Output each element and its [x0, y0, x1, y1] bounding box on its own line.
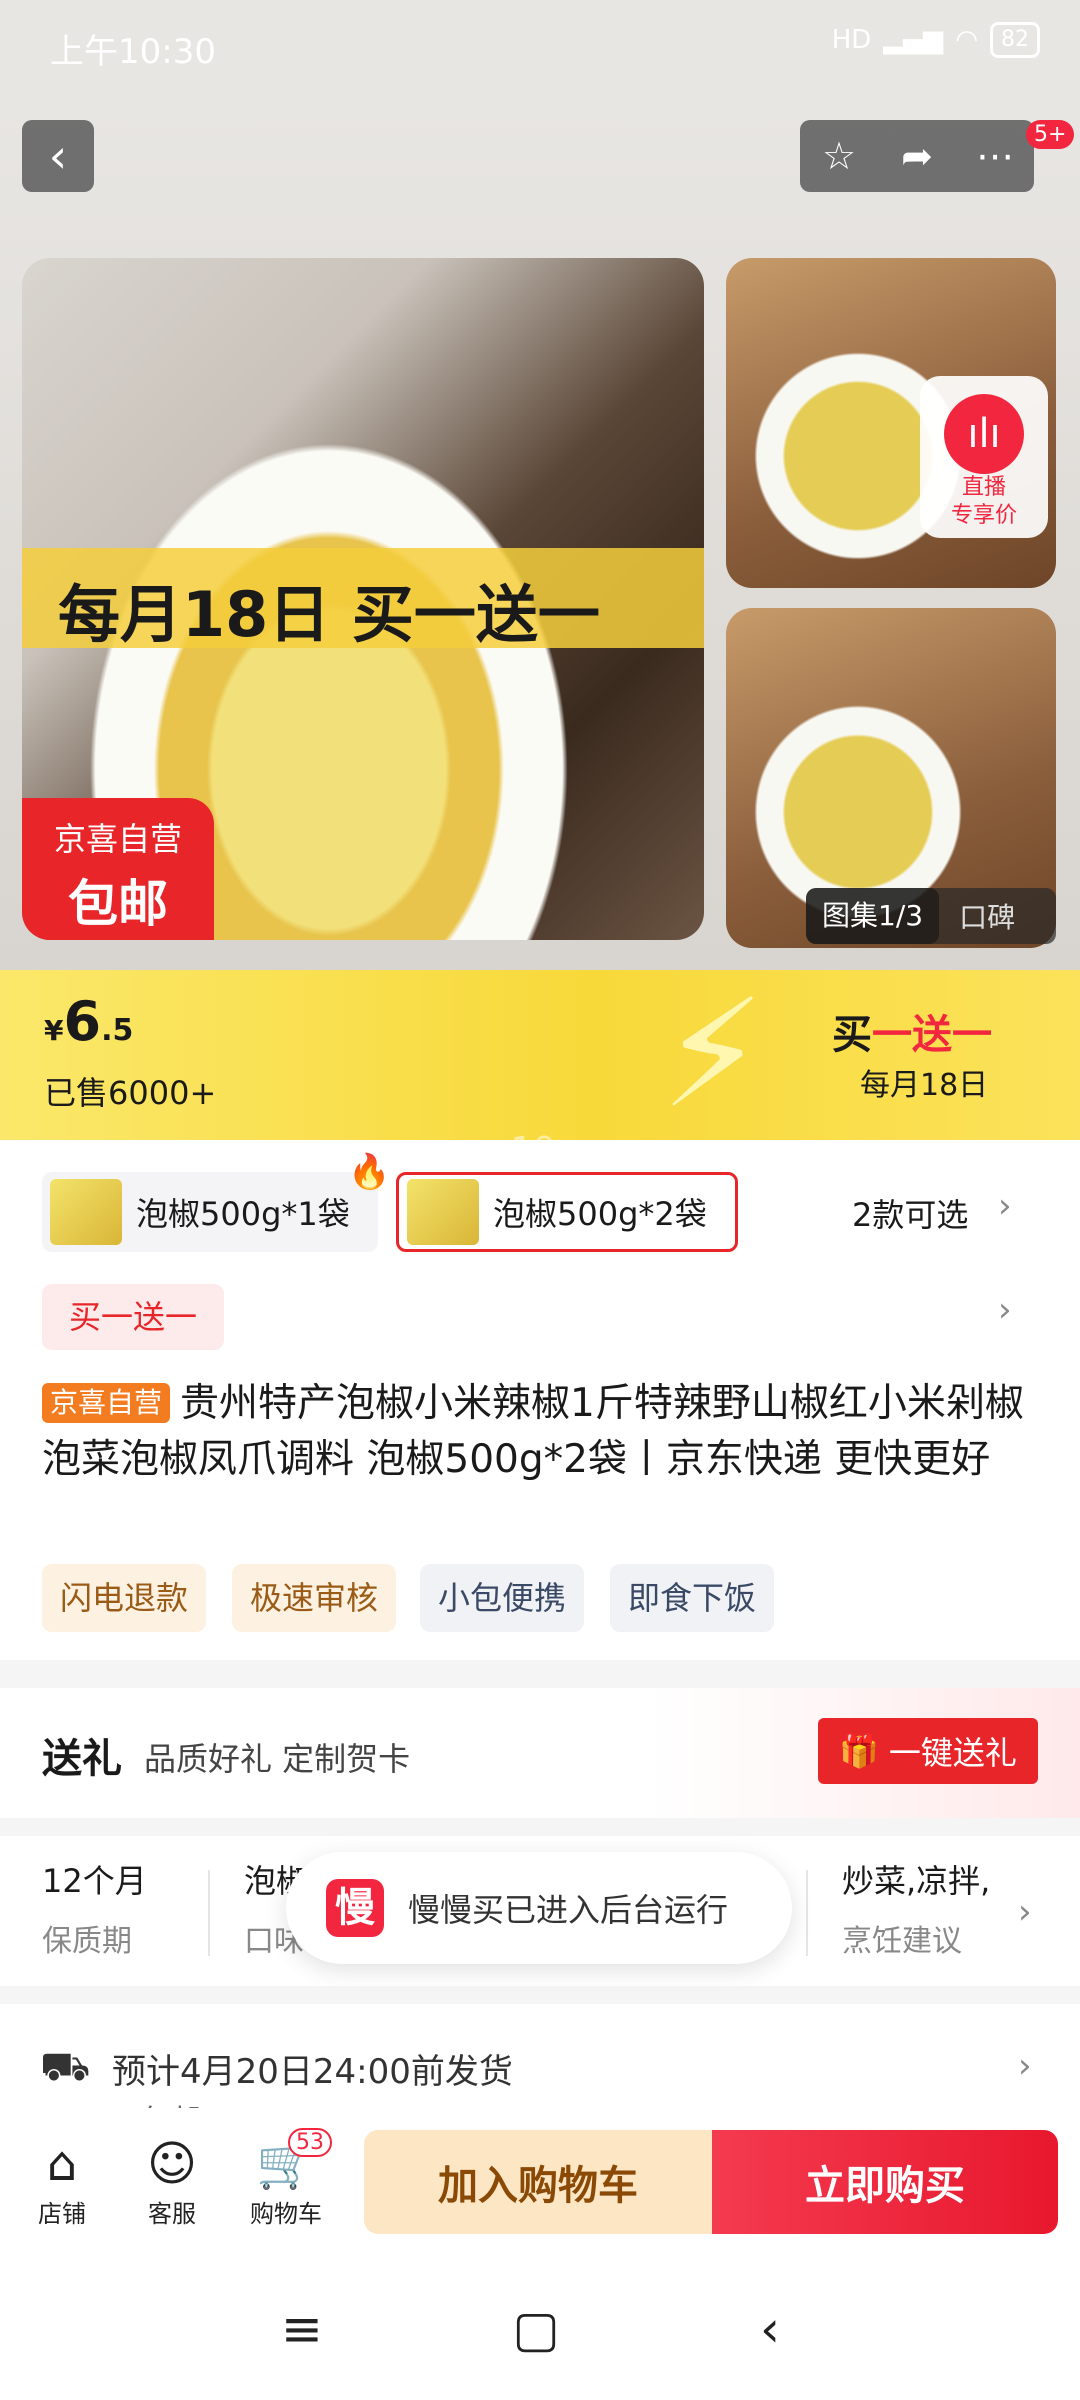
star-icon: ☆	[821, 134, 857, 178]
feature-tag: 即食下饭	[610, 1564, 775, 1632]
divider	[208, 1870, 210, 1956]
chevron-right-icon[interactable]: ›	[998, 1290, 1012, 1330]
spec-item: 12个月 保质期	[42, 1856, 147, 1960]
feature-tag: 极速审核	[232, 1564, 397, 1632]
signal-icon: ▂▄▆	[883, 25, 944, 55]
chat-icon: ☺	[146, 2136, 198, 2192]
sku-option-1[interactable]: 泡椒500g*1袋	[42, 1172, 378, 1252]
send-gift-label: 一键送礼	[888, 1734, 1017, 1772]
shop-button[interactable]: ⌂ 店铺	[12, 2134, 112, 2229]
truck-icon: ⛟	[40, 2044, 91, 2090]
lightning-icon: ⚡	[660, 968, 766, 1142]
more-button[interactable]: ⋯	[956, 134, 1034, 178]
sku-label: 泡椒500g*1袋	[136, 1195, 350, 1233]
status-icons: HD ▂▄▆ ◠ 82	[832, 22, 1040, 58]
share-icon: ➦	[901, 134, 933, 178]
fire-icon: 🔥	[348, 1152, 391, 1192]
header-action-group: ☆ ➦ ⋯	[800, 120, 1034, 192]
cart-count-badge: 53	[288, 2128, 332, 2157]
more-icon: ⋯	[976, 134, 1014, 178]
bogo-a: 买	[832, 1012, 872, 1058]
price-currency: ¥	[44, 1014, 64, 1047]
sku-label: 泡椒500g*2袋	[493, 1195, 707, 1233]
background-toast: 慢 慢慢买已进入后台运行	[286, 1852, 792, 1964]
bogo-promo-title: 买一送一	[832, 1002, 992, 1060]
back-button[interactable]: ‹	[22, 120, 94, 192]
bogo-tag[interactable]: 买一送一	[42, 1284, 224, 1350]
price-decimal: .5	[101, 1013, 134, 1048]
reviews-label[interactable]: 口碑	[939, 896, 1015, 936]
favorite-button[interactable]: ☆	[800, 134, 878, 178]
spec-label: 烹饪建议	[842, 1924, 962, 1959]
live-button[interactable]: ılı 直播 专享价	[920, 376, 1048, 538]
title-badge: 京喜自营	[42, 1383, 171, 1423]
feature-tag: 闪电退款	[42, 1564, 207, 1632]
chevron-right-icon[interactable]: ›	[998, 1186, 1012, 1226]
service-label: 客服	[148, 2200, 196, 2228]
sku-thumbnail	[50, 1179, 122, 1245]
badge-line-1: 京喜自营	[53, 820, 182, 858]
gallery-label[interactable]: 图集1/3	[806, 888, 940, 944]
chevron-right-icon[interactable]: ›	[1018, 1892, 1032, 1932]
sku-option-2[interactable]: 泡椒500g*2袋	[396, 1172, 738, 1252]
add-to-cart-button[interactable]: 加入购物车	[364, 2130, 712, 2234]
toast-text: 慢慢买已进入后台运行	[408, 1891, 729, 1929]
share-button[interactable]: ➦	[878, 134, 956, 178]
promo-text: 每月18日 买一送一	[58, 578, 600, 651]
battery-icon: 82	[990, 22, 1040, 58]
home-icon[interactable]: ▢	[496, 2300, 576, 2358]
chevron-left-icon: ‹	[48, 129, 68, 183]
divider	[806, 1870, 808, 1956]
back-icon[interactable]: ‹	[730, 2300, 810, 2358]
cart-label: 购物车	[250, 2200, 322, 2228]
sku-count[interactable]: 2款可选	[852, 1190, 968, 1236]
spec-label: 保质期	[42, 1924, 132, 1959]
spec-item: 炒菜,凉拌, 烹饪建议	[842, 1856, 990, 1960]
network-label: HD	[831, 25, 872, 55]
chevron-right-icon[interactable]: ›	[1018, 2046, 1032, 2086]
price-integer: 6	[63, 990, 102, 1053]
live-label-2: 专享价	[950, 503, 1017, 528]
app-icon: 慢	[326, 1879, 384, 1937]
sku-thumbnail	[407, 1179, 479, 1245]
customer-service-button[interactable]: ☺ 客服	[122, 2134, 222, 2229]
spec-value: 12个月	[42, 1862, 147, 1900]
send-gift-button[interactable]: 🎁 一键送礼	[818, 1718, 1038, 1784]
jingxi-badge: 京喜自营 包邮	[22, 798, 214, 940]
badge-line-2: 包邮	[68, 875, 168, 933]
price: ¥6.5	[44, 990, 133, 1053]
menu-icon[interactable]: ≡	[262, 2300, 342, 2358]
store-icon: ⌂	[46, 2136, 78, 2192]
wifi-icon: ◠	[955, 25, 978, 55]
main-product-image[interactable]: 每月18日 买一送一 京喜自营 包邮	[22, 258, 704, 940]
gift-icon: 🎁	[839, 1732, 879, 1770]
gift-subtitle: 品质好礼 定制贺卡	[144, 1740, 411, 1778]
live-label-1: 直播	[961, 475, 1006, 500]
status-time: 上午10:30	[50, 32, 216, 72]
watermark: sun19	[446, 1130, 557, 1171]
sold-count: 已售6000+	[44, 1074, 217, 1112]
message-badge: 5+	[1026, 120, 1075, 149]
buy-now-button[interactable]: 立即购买	[712, 2130, 1058, 2234]
gallery-tag[interactable]: 图集1/3 口碑	[806, 888, 1056, 944]
bogo-promo-date: 每月18日	[860, 1068, 989, 1103]
shipping-text: 预计4月20日24:00前发货	[112, 2052, 513, 2092]
shop-label: 店铺	[38, 2200, 86, 2228]
feature-tag: 小包便携	[420, 1564, 585, 1632]
gift-title: 送礼	[42, 1736, 122, 1782]
live-icon: ılı	[944, 394, 1024, 474]
product-title: 贵州特产泡椒小米辣椒1斤特辣野山椒红小米剁椒泡菜泡椒凤爪调料 泡椒500g*2袋…	[42, 1381, 1024, 1482]
spec-value: 炒菜,凉拌,	[842, 1862, 991, 1900]
bogo-b: 一送一	[872, 1012, 992, 1058]
product-title-block: 京喜自营 贵州特产泡椒小米辣椒1斤特辣野山椒红小米剁椒泡菜泡椒凤爪调料 泡椒500…	[42, 1376, 1032, 1488]
